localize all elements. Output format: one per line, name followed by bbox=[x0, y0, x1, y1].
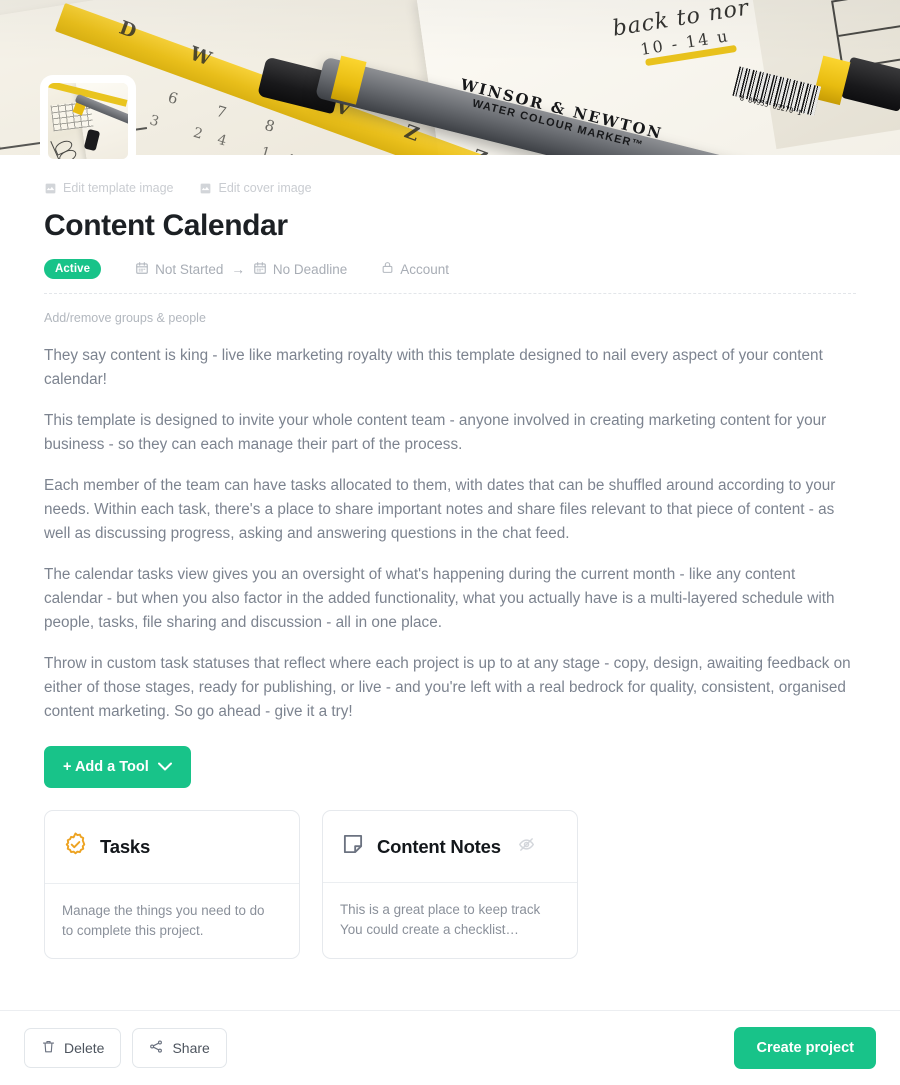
privacy-field[interactable]: Account bbox=[381, 261, 449, 277]
tool-body-line: Manage the things you need to do bbox=[62, 903, 265, 918]
calendar-icon bbox=[253, 261, 267, 278]
cover-photo: D W D V Z Z 5 6 7 8 3 24 14 15 16 back t… bbox=[0, 0, 900, 155]
description-paragraph: The calendar tasks view gives you an ove… bbox=[44, 566, 835, 631]
deadline-field[interactable]: No Deadline bbox=[253, 261, 347, 278]
calendar-icon bbox=[135, 261, 149, 278]
delete-label: Delete bbox=[64, 1040, 105, 1056]
description-paragraph: Throw in custom task statuses that refle… bbox=[44, 655, 851, 720]
image-edit-links: Edit template image Edit cover image bbox=[44, 181, 856, 195]
share-label: Share bbox=[172, 1040, 210, 1056]
create-project-modal: D W D V Z Z 5 6 7 8 3 24 14 15 16 back t… bbox=[0, 0, 900, 1085]
tool-card-header: Tasks bbox=[45, 811, 299, 884]
add-remove-groups-people-link[interactable]: Add/remove groups & people bbox=[44, 311, 856, 325]
add-a-tool-label: + Add a Tool bbox=[63, 759, 149, 775]
date-range-arrow: → bbox=[231, 261, 245, 277]
description-paragraph: Each member of the team can have tasks a… bbox=[44, 477, 836, 542]
status-badge[interactable]: Active bbox=[44, 259, 102, 279]
start-date-label: Not Started bbox=[155, 261, 224, 277]
trash-icon bbox=[41, 1039, 56, 1057]
template-thumbnail[interactable] bbox=[44, 79, 132, 163]
tool-card-body: This is a great place to keep track You … bbox=[323, 883, 577, 957]
template-thumbnail-image bbox=[48, 83, 128, 159]
lock-icon bbox=[381, 261, 394, 277]
tool-card-body: Manage the things you need to do to comp… bbox=[45, 884, 299, 958]
share-button[interactable]: Share bbox=[132, 1028, 227, 1068]
tool-body-line: You could create a checklist… bbox=[340, 922, 519, 937]
page-title: Content Calendar bbox=[44, 209, 288, 242]
badge-check-icon bbox=[62, 831, 89, 863]
eye-off-icon[interactable] bbox=[518, 836, 535, 858]
project-meta-row: Active Not Started → No Deadline Account bbox=[44, 259, 856, 294]
tool-card-header: Content Notes bbox=[323, 811, 577, 883]
cover-image[interactable]: D W D V Z Z 5 6 7 8 3 24 14 15 16 back t… bbox=[0, 0, 900, 155]
edit-template-image-label: Edit template image bbox=[63, 181, 174, 195]
tool-card-tasks[interactable]: Tasks Manage the things you need to do t… bbox=[44, 810, 300, 959]
tool-body-line: to complete this project. bbox=[62, 923, 204, 938]
cover-shade bbox=[0, 0, 900, 155]
chevron-down-icon bbox=[157, 759, 172, 775]
edit-cover-image-link[interactable]: Edit cover image bbox=[199, 181, 312, 195]
modal-body: Edit template image Edit cover image Con… bbox=[0, 155, 900, 1010]
delete-button[interactable]: Delete bbox=[24, 1028, 122, 1068]
tool-title: Tasks bbox=[100, 836, 151, 857]
tools-list: Tasks Manage the things you need to do t… bbox=[44, 810, 856, 959]
add-a-tool-button[interactable]: + Add a Tool bbox=[44, 746, 191, 788]
image-icon bbox=[199, 182, 212, 195]
note-icon bbox=[340, 831, 366, 862]
deadline-label: No Deadline bbox=[272, 261, 348, 277]
tool-title: Content Notes bbox=[377, 835, 501, 857]
edit-cover-image-label: Edit cover image bbox=[218, 181, 312, 195]
description-paragraph: They say content is king - live like mar… bbox=[44, 347, 823, 388]
start-date-field[interactable]: Not Started bbox=[135, 261, 223, 278]
privacy-label: Account bbox=[400, 261, 449, 277]
image-icon bbox=[44, 182, 57, 195]
edit-template-image-link[interactable]: Edit template image bbox=[44, 181, 173, 195]
tool-card-content-notes[interactable]: Content Notes This is a great place to k… bbox=[322, 810, 578, 959]
create-project-button[interactable]: Create project bbox=[734, 1027, 876, 1069]
share-icon bbox=[149, 1039, 164, 1057]
description-paragraph: This template is designed to invite your… bbox=[44, 412, 827, 453]
modal-footer: Delete Share Create project bbox=[0, 1010, 900, 1085]
project-description: They say content is king - live like mar… bbox=[44, 344, 856, 724]
tool-body-line: This is a great place to keep track bbox=[340, 902, 541, 917]
